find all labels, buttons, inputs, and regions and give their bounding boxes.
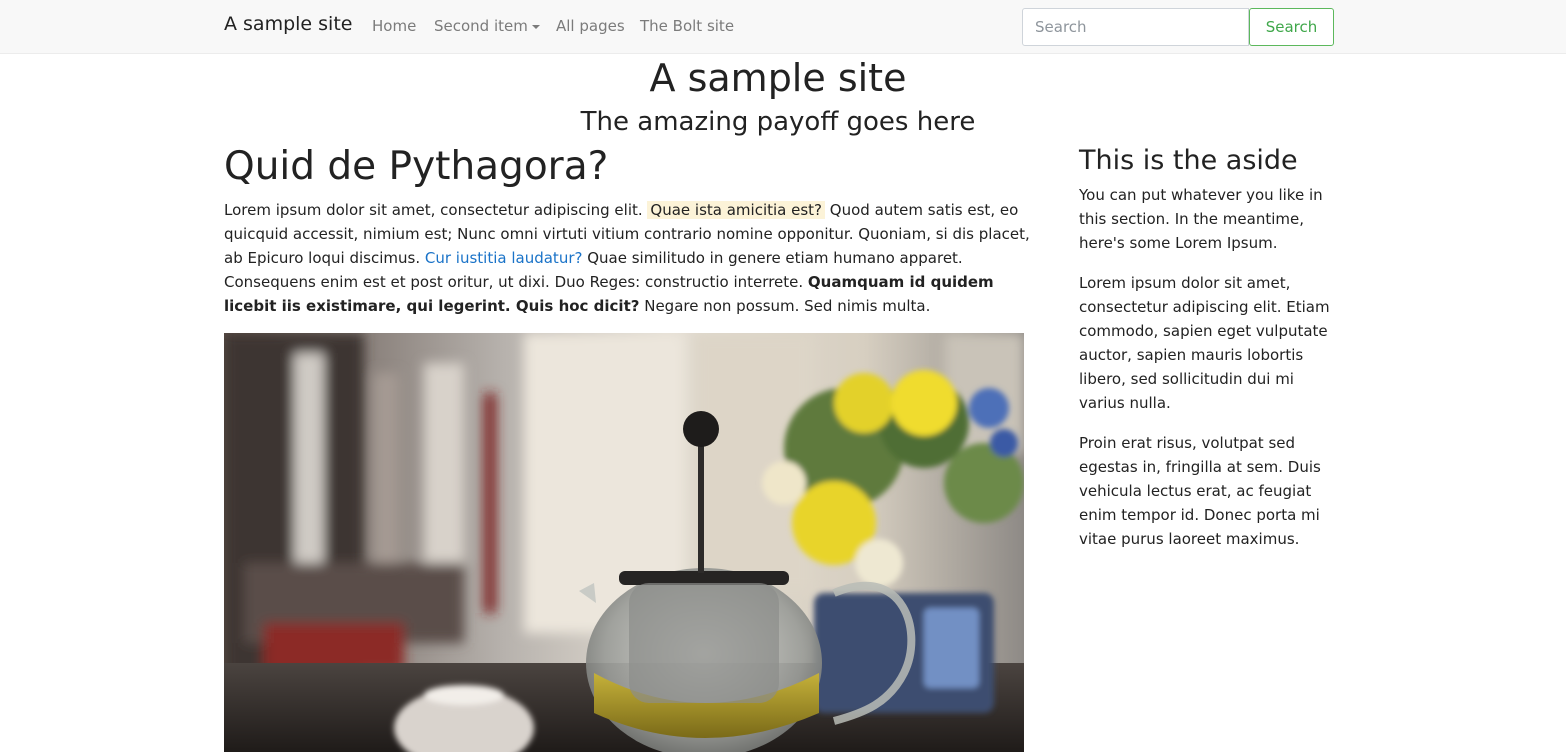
chevron-down-icon — [531, 24, 540, 29]
aside-paragraph: Proin erat risus, volutpat sed egestas i… — [1079, 434, 1321, 548]
site-tagline: The amazing payoff goes here — [580, 107, 976, 137]
site-title: A sample site — [649, 56, 907, 100]
article-paragraph: Lorem ipsum dolor sit amet, consectetur … — [224, 198, 1040, 318]
article-title: Quid de Pythagora? — [224, 144, 609, 189]
teapot-image — [224, 333, 1024, 752]
aside-title: This is the aside — [1079, 145, 1298, 176]
nav-item-second-item[interactable]: Second item — [434, 17, 540, 35]
article-text: Lorem ipsum dolor sit amet, consectetur … — [224, 201, 648, 219]
search-button[interactable]: Search — [1249, 8, 1334, 46]
nav-item-second-item-label: Second item — [434, 17, 528, 35]
aside-paragraph: Lorem ipsum dolor sit amet, consectetur … — [1079, 274, 1330, 412]
top-navbar: A sample site Home Second item All pages… — [0, 0, 1566, 54]
article-link[interactable]: Cur iustitia laudatur? — [425, 249, 583, 267]
navbar-brand[interactable]: A sample site — [224, 13, 352, 35]
teapot-photo — [224, 333, 1024, 752]
nav-item-home[interactable]: Home — [372, 17, 416, 35]
nav-item-bolt-site[interactable]: The Bolt site — [640, 17, 734, 35]
article-text: Negare non possum. Sed nimis multa. — [639, 297, 931, 315]
aside-paragraph: You can put whatever you like in this se… — [1079, 186, 1323, 252]
nav-item-all-pages[interactable]: All pages — [556, 17, 625, 35]
highlighted-text: Quae ista amicitia est? — [647, 201, 826, 219]
search-input[interactable] — [1022, 8, 1249, 46]
